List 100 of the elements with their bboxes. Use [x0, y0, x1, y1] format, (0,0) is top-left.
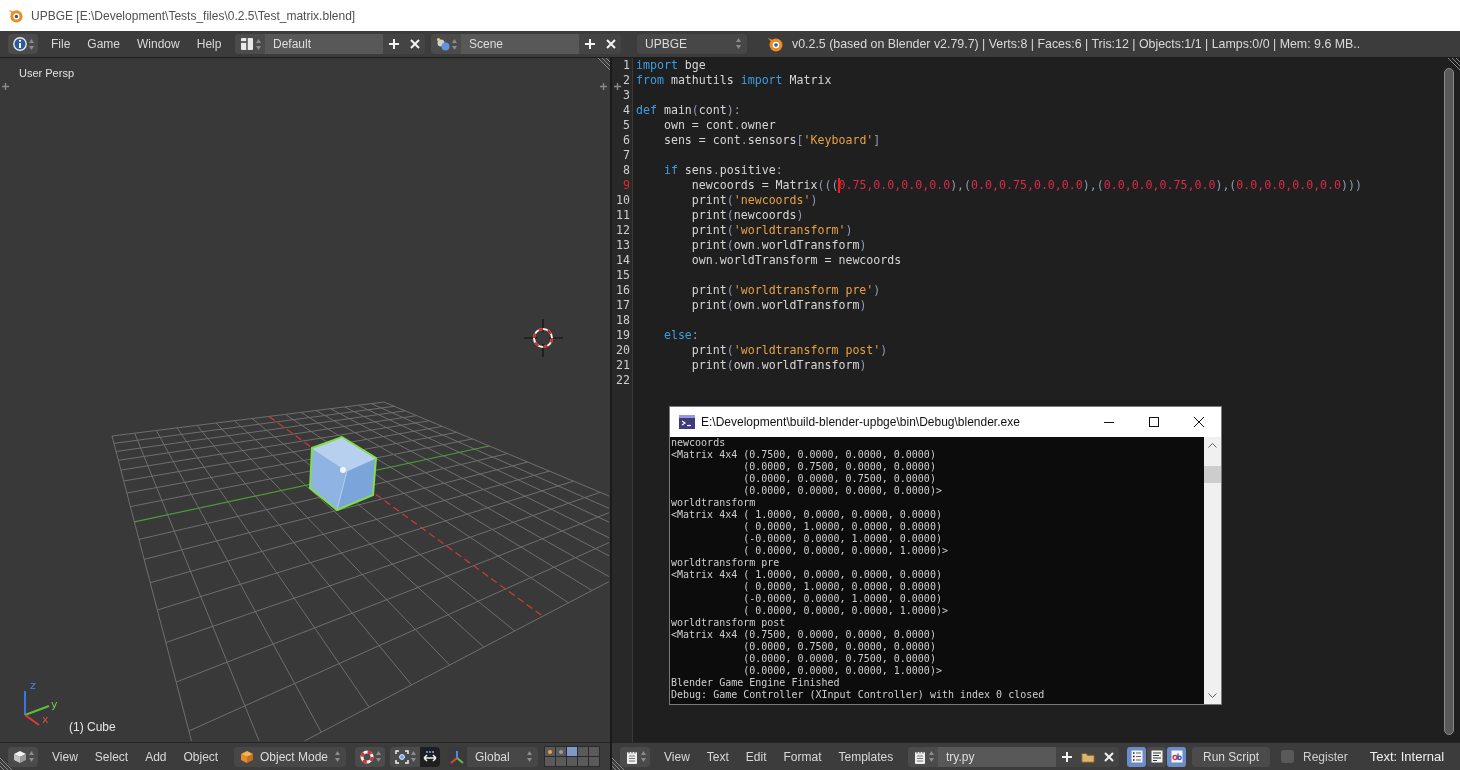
view-toggle[interactable] — [1167, 746, 1186, 767]
up-down-arrows-icon — [527, 750, 532, 762]
code-line: def main(cont): — [636, 103, 741, 117]
line-number: 10 — [616, 193, 630, 207]
plus-icon — [584, 39, 595, 49]
console-title: E:\Development\build-blender-upbge\bin\Debug\blender.exe — [701, 415, 1021, 429]
console-line: <Matrix 4x4 (0.7500, 0.0000, 0.0000, 0.0000) — [671, 629, 937, 641]
document-icon — [624, 749, 639, 764]
console-line: worldtransform pre — [671, 557, 781, 569]
view-toggle[interactable] — [1127, 746, 1146, 767]
menu-item[interactable]: Select — [94, 749, 129, 764]
corner-grip-icon[interactable] — [1448, 58, 1460, 70]
menu-item[interactable]: Edit — [745, 749, 767, 764]
line-numbers-icon — [1130, 750, 1143, 763]
console-line: (0.0000, 0.7500, 0.0000, 0.0000) — [742, 461, 937, 473]
line-number: 17 — [616, 298, 630, 312]
line-number: 14 — [616, 253, 630, 267]
console-line: worldtransform — [671, 497, 757, 509]
console-line: (0.0000, 0.0000, 0.7500, 0.0000) — [742, 473, 937, 485]
console-line: <Matrix 4x4 ( 1.0000, 0.0000, 0.0000, 0.0000) — [671, 569, 943, 581]
scene-button[interactable] — [431, 34, 461, 54]
mode-dropdown[interactable]: Object Mode — [234, 746, 346, 767]
corner-grip-icon[interactable] — [598, 58, 610, 70]
line-number: 7 — [623, 148, 630, 162]
code-line: print('worldtransform pre') — [690, 283, 881, 297]
menu-item[interactable]: Window — [137, 37, 180, 51]
document-icon — [912, 749, 927, 764]
console-line: Blender Game Engine Finished — [671, 677, 841, 689]
scrollbar-thumb[interactable] — [1204, 466, 1221, 483]
up-down-arrows-icon — [335, 750, 340, 762]
layer-button[interactable] — [556, 747, 566, 756]
text-browse-button[interactable] — [908, 746, 938, 767]
layer-button[interactable] — [545, 747, 555, 756]
translate-toggle[interactable] — [420, 746, 440, 767]
code-line: print('worldtransform post') — [690, 343, 888, 357]
pivot-dropdown[interactable] — [355, 746, 385, 767]
up-down-arrows-icon — [28, 751, 34, 762]
menu-item[interactable]: Format — [783, 749, 822, 764]
corner-grip-icon[interactable] — [612, 758, 624, 770]
line-number: 20 — [616, 343, 630, 357]
code-line: print(newcoords) — [690, 208, 804, 222]
console-line: (0.0000, 0.0000, 0.0000, 0.0000)> — [742, 485, 943, 497]
menu-item[interactable]: Templates — [838, 749, 894, 764]
line-number: 13 — [616, 238, 630, 252]
menu-item[interactable]: View — [52, 749, 78, 764]
plus-icon[interactable] — [2, 83, 9, 90]
screen-layout-field[interactable]: Default — [265, 34, 383, 54]
scrollbar[interactable] — [1444, 68, 1454, 735]
axis-label: x — [42, 713, 49, 726]
up-down-arrows-icon — [451, 38, 457, 50]
console-line: (0.0000, 0.0000, 0.0000, 1.0000)> — [742, 665, 943, 677]
3d-cursor-icon — [523, 318, 564, 358]
scroll-up-icon[interactable] — [1208, 443, 1217, 448]
console-line: (0.0000, 0.0000, 0.7500, 0.0000) — [742, 653, 937, 665]
menu-item[interactable]: Object — [183, 749, 219, 764]
view-toggle[interactable] — [1147, 746, 1166, 767]
target-icon — [394, 749, 409, 764]
console-line: ( 0.0000, 0.0000, 0.0000, 1.0000)> — [742, 605, 949, 617]
axes-icon — [450, 749, 464, 764]
plus-icon[interactable] — [614, 83, 621, 90]
line-number: 15 — [616, 268, 630, 282]
text-name-field[interactable]: try.py — [938, 746, 1056, 767]
console-line: (-0.0000, 0.0000, 1.0000, 0.0000) — [742, 593, 943, 605]
dot-icon — [548, 749, 552, 754]
console-line: newcoords — [671, 437, 727, 449]
axis-gizmo-icon — [24, 690, 50, 726]
render-engine-dropdown[interactable]: UPBGE — [637, 34, 747, 54]
cross-icon — [605, 39, 616, 49]
menu-item[interactable]: Help — [196, 37, 222, 51]
code-line: if sens.positive: — [662, 163, 783, 177]
axis-label: y — [51, 698, 58, 711]
manipulator-button[interactable] — [390, 746, 420, 767]
window-title: UPBGE [E:\Development\Tests_files\0.2.5\Test_matrix.blend] — [31, 8, 356, 23]
plus-icon — [388, 39, 399, 49]
register-label[interactable]: Register — [1303, 749, 1348, 764]
scrollbar[interactable] — [1204, 437, 1221, 704]
info-icon — [12, 37, 27, 51]
code-line: print('worldtransform') — [690, 223, 853, 237]
menu-item[interactable]: File — [51, 37, 71, 51]
corner-grip-icon[interactable] — [0, 758, 12, 770]
up-down-arrows-icon — [928, 751, 934, 762]
menu-item[interactable]: Add — [145, 749, 167, 764]
editor-type-button[interactable] — [620, 746, 650, 767]
menu-item[interactable]: Text — [706, 749, 729, 764]
register-checkbox[interactable] — [1281, 750, 1294, 763]
scene-field[interactable]: Scene — [461, 34, 579, 54]
plus-icon[interactable] — [600, 83, 607, 90]
scene-icon — [435, 37, 450, 51]
editor-type-button[interactable] — [8, 746, 38, 767]
run-script-button[interactable]: Run Script — [1192, 746, 1270, 767]
menu-item[interactable]: View — [664, 749, 690, 764]
dot-icon — [559, 749, 563, 754]
line-number: 16 — [616, 283, 630, 297]
scroll-down-icon[interactable] — [1208, 693, 1217, 698]
menu-item[interactable]: Game — [87, 37, 121, 51]
screen-layout-button[interactable] — [235, 34, 265, 54]
code-line: from mathutils import Matrix — [636, 73, 832, 87]
editor-type-button[interactable] — [8, 34, 38, 54]
close-icon — [1193, 417, 1204, 427]
up-down-arrows-icon — [375, 751, 381, 762]
